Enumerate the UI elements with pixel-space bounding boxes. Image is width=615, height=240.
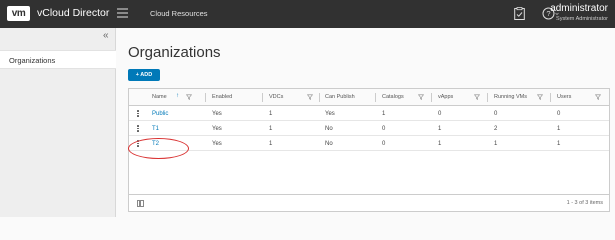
highlight-annotation-circle [128,138,189,159]
nav-cloud-resources[interactable]: Cloud Resources [150,9,208,18]
org-name-link[interactable]: T1 [152,126,159,132]
cell-vapps: 1 [438,141,442,147]
cell-running-vms: 1 [494,141,498,147]
filter-icon[interactable] [537,94,543,100]
page-title: Organizations [128,44,221,61]
cell-can-publish: Yes [325,111,335,117]
pagination-count: 1 - 3 of 3 items [566,200,603,206]
filter-icon[interactable] [418,94,424,100]
column-header-vapps[interactable]: vApps [438,94,453,100]
sidebar-item-label: Organizations [9,56,56,65]
user-name[interactable]: administrator [550,3,608,14]
table-row[interactable]: Public Yes 1 Yes 1 0 0 0 [129,107,609,121]
clipboard-icon[interactable] [514,7,525,20]
column-separator[interactable] [375,93,376,102]
row-actions-icon[interactable] [137,110,139,118]
column-header-vdcs[interactable]: VDCs [269,94,283,100]
sidebar-item-organizations[interactable]: Organizations [0,50,116,69]
column-separator[interactable] [262,93,263,102]
add-button[interactable]: + ADD [128,69,160,81]
filter-icon[interactable] [474,94,480,100]
grid-header: Name ↑ Enabled VDCs Can Publish Catalogs… [129,89,609,106]
cell-vdcs: 1 [269,111,273,117]
filter-icon[interactable] [595,94,601,100]
cell-can-publish: No [325,141,333,147]
cell-users: 1 [557,141,561,147]
sort-ascending-icon[interactable]: ↑ [176,93,179,99]
cell-catalogs: 1 [382,111,386,117]
cell-users: 0 [557,111,561,117]
table-row[interactable]: T2 Yes 1 No 0 1 1 1 [129,137,609,151]
table-row[interactable]: T1 Yes 1 No 0 1 2 1 [129,122,609,136]
cell-catalogs: 0 [382,126,386,132]
cell-users: 1 [557,126,561,132]
column-toggle-icon[interactable] [137,200,144,207]
cell-vdcs: 1 [269,126,273,132]
cell-vdcs: 1 [269,141,273,147]
column-header-name[interactable]: Name [152,94,167,100]
column-header-users[interactable]: Users [557,94,571,100]
cell-running-vms: 0 [494,111,498,117]
cell-catalogs: 0 [382,141,386,147]
cell-vapps: 1 [438,126,442,132]
filter-icon[interactable] [307,94,313,100]
app-title: vCloud Director [37,7,110,19]
user-role: System Administrator [556,16,608,22]
grid-footer: 1 - 3 of 3 items [129,194,609,212]
collapse-icon[interactable]: « [103,30,109,41]
column-separator[interactable] [550,93,551,102]
column-separator[interactable] [431,93,432,102]
menu-icon[interactable] [117,8,128,19]
cell-enabled: Yes [212,111,222,117]
column-separator[interactable] [487,93,488,102]
org-name-link[interactable]: Public [152,111,168,117]
cell-can-publish: No [325,126,333,132]
column-separator[interactable] [205,93,206,102]
cell-enabled: Yes [212,126,222,132]
sidebar: « Organizations [0,28,116,217]
filter-icon[interactable] [186,94,192,100]
column-header-can-publish[interactable]: Can Publish [325,94,355,100]
top-navigation-bar: vm vCloud Director Cloud Resources ? adm… [0,0,615,28]
column-separator[interactable] [319,93,320,102]
cell-vapps: 0 [438,111,442,117]
column-header-catalogs[interactable]: Catalogs [382,94,404,100]
column-header-enabled[interactable]: Enabled [212,94,232,100]
cell-enabled: Yes [212,141,222,147]
organizations-grid: Name ↑ Enabled VDCs Can Publish Catalogs… [128,88,610,212]
column-header-running-vms[interactable]: Running VMs [494,94,527,100]
cell-running-vms: 2 [494,126,498,132]
row-actions-icon[interactable] [137,125,139,133]
vmware-logo: vm [7,6,30,21]
